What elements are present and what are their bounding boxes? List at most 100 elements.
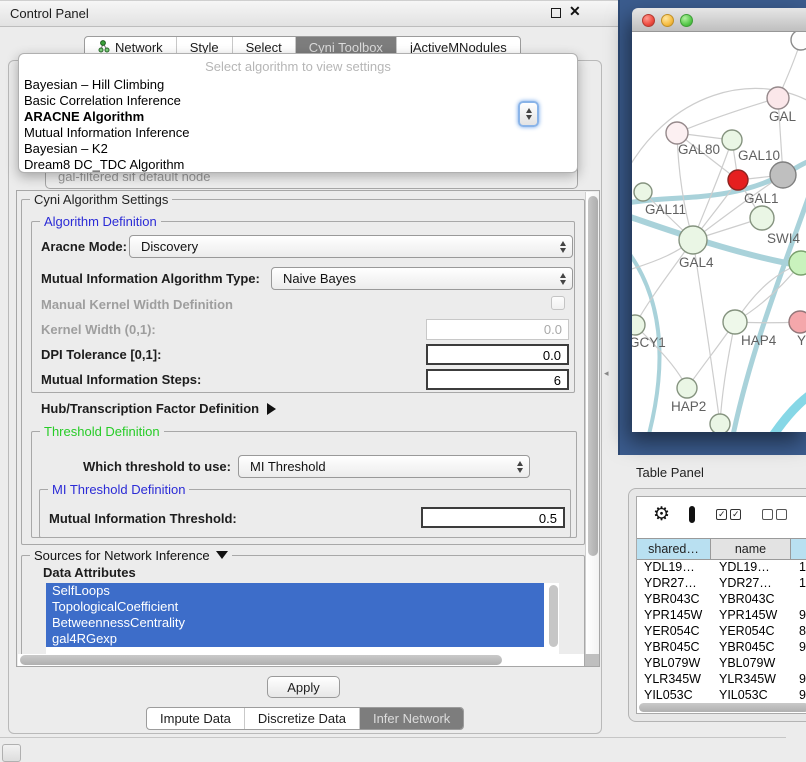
combo-stepper-icon — [560, 236, 566, 257]
table-row[interactable]: YBR045CYBR045C9. — [637, 640, 806, 656]
algorithm-option[interactable]: ARACNE Algorithm — [19, 109, 577, 125]
table-cell: YIL053C — [637, 688, 711, 704]
network-window-titlebar[interactable] — [632, 8, 806, 32]
network-node-gal1[interactable] — [750, 206, 774, 230]
split-columns-icon[interactable] — [689, 506, 695, 523]
scrollbar-thumb[interactable] — [588, 196, 598, 556]
network-node-gal80[interactable] — [666, 122, 688, 144]
aracne-mode-label: Aracne Mode: — [41, 239, 127, 254]
network-node-swi4[interactable] — [789, 251, 806, 275]
network-node-gal10[interactable] — [722, 130, 742, 150]
table-cell: YLR345W — [637, 672, 711, 688]
table-row[interactable]: YIL053CYIL053C9. — [637, 688, 806, 704]
table-row[interactable]: YER054CYER054C8. — [637, 624, 806, 640]
tab-discretize-data[interactable]: Discretize Data — [245, 708, 360, 729]
table-cell: YDL19… — [711, 560, 791, 576]
table-row[interactable]: YBR043CYBR043C — [637, 592, 806, 608]
attribute-list-item[interactable]: BetweennessCentrality — [46, 615, 544, 631]
table-row[interactable]: YBL079WYBL079W — [637, 656, 806, 672]
kernel-width-label: Kernel Width (0,1): — [41, 322, 156, 337]
table-cell: YBR045C — [637, 640, 711, 656]
table-cell: 9. — [791, 608, 806, 624]
network-edge[interactable] — [677, 98, 778, 133]
close-window-icon[interactable] — [642, 14, 655, 27]
cyni-mode-tabbar: Impute Data Discretize Data Infer Networ… — [146, 707, 464, 730]
group-title: Threshold Definition — [40, 424, 164, 439]
network-node-gal4[interactable] — [679, 226, 707, 254]
table-row[interactable]: YPR145WYPR145W9. — [637, 608, 806, 624]
network-node[interactable] — [791, 32, 806, 50]
apply-button[interactable]: Apply — [267, 676, 340, 698]
table-cell: YIL053C — [711, 688, 791, 704]
network-edge[interactable] — [720, 322, 735, 424]
mi-type-label: Mutual Information Algorithm Type: — [41, 271, 260, 286]
network-node-gcy1[interactable] — [632, 315, 645, 335]
which-threshold-combo[interactable]: MI Threshold — [238, 455, 530, 478]
network-node[interactable] — [710, 414, 730, 432]
node-label: GAL4 — [679, 255, 714, 270]
algorithm-option[interactable]: Bayesian – K2 — [19, 141, 577, 157]
zoom-window-icon[interactable] — [680, 14, 693, 27]
sources-toggle[interactable]: Sources for Network Inference — [30, 548, 232, 563]
manual-kernel-checkbox[interactable] — [551, 296, 565, 310]
kernel-width-input[interactable]: 0.0 — [426, 319, 569, 340]
gear-icon[interactable]: ⚙ — [653, 505, 670, 524]
combo-stepper-icon[interactable] — [518, 101, 539, 127]
screen: Control Panel ✕ Network Style Select — [0, 0, 806, 762]
tab-infer-network[interactable]: Infer Network — [360, 708, 463, 729]
aracne-mode-combo[interactable]: Discovery — [129, 235, 573, 258]
close-panel-icon[interactable]: ✕ — [569, 3, 581, 20]
settings-horizontal-scrollbar[interactable] — [18, 654, 584, 666]
attribute-list-item[interactable]: gal4RGexp — [46, 631, 544, 647]
column-header-partial[interactable]: A — [791, 538, 806, 560]
node-label: SWI4 — [767, 231, 800, 246]
column-header-name[interactable]: name — [711, 538, 791, 560]
column-header-shared-name[interactable]: shared… — [637, 538, 711, 560]
algorithm-option[interactable]: Bayesian – Hill Climbing — [19, 77, 577, 93]
network-node-y[interactable] — [789, 311, 806, 333]
dpi-tolerance-input[interactable]: 0.0 — [426, 344, 569, 365]
network-node[interactable] — [770, 162, 796, 188]
settings-vertical-scrollbar[interactable] — [585, 192, 599, 654]
float-panel-icon[interactable] — [551, 8, 561, 18]
algorithm-option[interactable]: Dream8 DC_TDC Algorithm — [19, 157, 577, 173]
table-cell: YPR145W — [711, 608, 791, 624]
mi-threshold-input[interactable]: 0.5 — [421, 507, 565, 528]
attribute-list-item[interactable]: TopologicalCoefficient — [46, 599, 544, 615]
table-cell: YBL079W — [711, 656, 791, 672]
control-panel-title: Control Panel — [0, 6, 89, 21]
node-label: HAP2 — [671, 399, 706, 414]
hub-definition-toggle[interactable]: Hub/Transcription Factor Definition — [41, 401, 276, 416]
table-horizontal-scrollbar[interactable] — [639, 703, 806, 712]
list-scrollbar[interactable] — [549, 585, 558, 647]
algorithm-option[interactable]: Basic Correlation Inference — [19, 93, 577, 109]
network-node-hap4[interactable] — [723, 310, 747, 334]
table-cell: YER054C — [711, 624, 791, 640]
table-panel-title: Table Panel — [636, 465, 704, 480]
scrollbar-corner — [585, 654, 599, 666]
mi-type-combo[interactable]: Naive Bayes — [271, 267, 573, 290]
mi-steps-label: Mutual Information Steps: — [41, 372, 201, 387]
network-node-hap2[interactable] — [677, 378, 697, 398]
minimize-window-icon[interactable] — [661, 14, 674, 27]
cyni-settings-scrollarea: Cyni Algorithm Settings Algorithm Defini… — [16, 190, 600, 667]
tab-impute-data[interactable]: Impute Data — [147, 708, 245, 729]
algorithm-option[interactable]: Mutual Information Inference — [19, 125, 577, 141]
scrollbar-thumb[interactable] — [20, 655, 502, 665]
deselect-all-icon[interactable] — [762, 509, 787, 520]
table-row[interactable]: YDL19…YDL19…13 — [637, 560, 806, 576]
network-node-gal[interactable] — [767, 87, 789, 109]
network-node-gal11[interactable] — [634, 183, 652, 201]
attribute-list-item[interactable]: SelfLoops — [46, 583, 544, 599]
network-canvas[interactable]: GALGAL80GAL10GAL1GAL11SWI4GAL4GCY1HAP4YH… — [632, 32, 806, 432]
table-row[interactable]: YLR345WYLR345W9. — [637, 672, 806, 688]
mi-steps-input[interactable]: 6 — [426, 369, 569, 390]
minimized-panel-button[interactable] — [2, 744, 21, 762]
algorithm-option-list: Bayesian – Hill ClimbingBasic Correlatio… — [19, 77, 577, 173]
network-node[interactable] — [728, 170, 748, 190]
network-edge[interactable] — [770, 384, 806, 432]
table-toolbar: ⚙ ✓✓ — [637, 497, 806, 531]
splitter-collapse-icon[interactable]: ◂ — [604, 368, 609, 379]
select-all-icon[interactable]: ✓✓ — [716, 509, 741, 520]
table-row[interactable]: YDR27…YDR27…12 — [637, 576, 806, 592]
